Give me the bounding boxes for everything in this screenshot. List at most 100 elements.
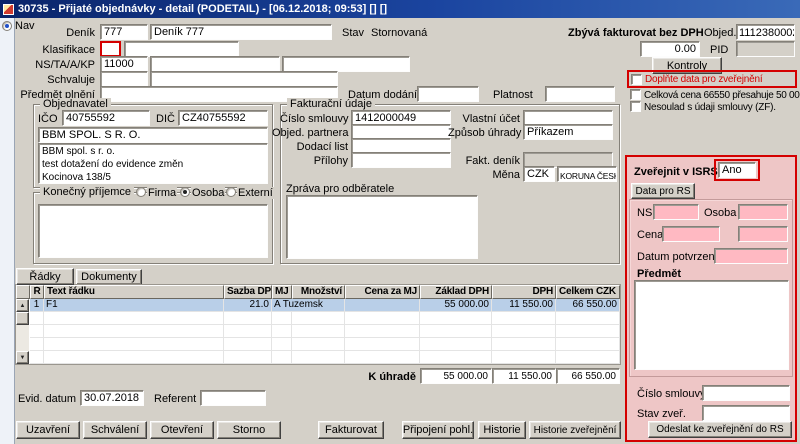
zpusob-uhrady-field[interactable]: Příkazem (523, 124, 613, 140)
fakturovat-button[interactable]: Fakturovat (318, 421, 384, 439)
objednavatel-legend: Objednavatel (40, 98, 111, 110)
klasifikace-code-field[interactable] (100, 41, 121, 57)
schvaluje-name-field[interactable] (150, 71, 338, 87)
empty-cell (44, 338, 224, 351)
zbyva-field[interactable]: 0.00 (640, 41, 700, 57)
empty-cell (224, 312, 272, 325)
denik-code-field[interactable]: 777 (100, 24, 148, 40)
doplnte-checkbox[interactable] (631, 73, 642, 85)
nesoulad-checkbox[interactable] (630, 101, 641, 112)
prijemce-radio-osoba[interactable] (180, 187, 190, 197)
empty-cell (272, 325, 292, 338)
pripojeni-pohl-button[interactable]: Připojení pohl. (402, 421, 474, 439)
table-row-empty[interactable] (30, 312, 620, 325)
isrs-cena-mena-field[interactable] (738, 226, 788, 242)
ns-field[interactable]: 11000 (100, 56, 148, 72)
prijemce-firma-label: Firma (147, 187, 178, 199)
total-dph-field: 11 550.00 (492, 368, 556, 384)
isrs-stav-zver-field[interactable] (702, 405, 790, 421)
ta-field[interactable] (150, 56, 280, 72)
table-row-empty[interactable] (30, 325, 620, 338)
zverejnit-label: Zveřejnit v ISRS (634, 166, 718, 178)
dodaci-list-label: Dodací list (296, 141, 348, 153)
schvaluje-code-field[interactable] (100, 71, 148, 87)
empty-cell (556, 312, 620, 325)
akp-field[interactable] (282, 56, 410, 72)
nesoulad-label: Nesoulad s údaji smlouvy (ZF). (644, 102, 776, 113)
scrollbar-thumb[interactable] (16, 312, 29, 325)
tab-data-pro-rs[interactable]: Data pro RS (631, 183, 695, 199)
pid-field[interactable] (736, 41, 795, 57)
prilohy-field[interactable] (351, 152, 451, 168)
prijemce-field[interactable] (38, 204, 268, 258)
empty-cell (420, 312, 492, 325)
isrs-cena-field[interactable] (662, 226, 720, 242)
zbyva-label: Zbývá fakturovat bez DPH (568, 27, 704, 39)
tab-radky[interactable]: Řádky (16, 268, 74, 285)
schvaluje-label: Schvaluje (47, 74, 95, 86)
isrs-stav-zver-label: Stav zveř. (637, 408, 686, 420)
prijemce-radio-externi[interactable] (226, 187, 236, 197)
objednavatel-adresa-field[interactable]: BBM spol. s r. o. test dotažení do evide… (38, 143, 268, 184)
zprava-field[interactable] (286, 195, 478, 259)
isrs-cislo-smlouvy-field[interactable] (702, 385, 790, 401)
datum-dodani-field[interactable] (417, 86, 479, 102)
isrs-cislo-smlouvy-label: Číslo smlouvy (637, 388, 706, 400)
isrs-osoba-field[interactable] (738, 204, 788, 220)
zverejnit-field[interactable]: Ano (718, 162, 756, 178)
isrs-datum-potvrzeni-field[interactable] (714, 248, 788, 264)
empty-cell (44, 325, 224, 338)
prijemce-osoba-label: Osoba (191, 187, 226, 199)
evid-datum-field[interactable]: 30.07.2018 (80, 390, 144, 406)
isrs-predmet-field[interactable] (634, 280, 789, 370)
empty-cell (492, 338, 556, 351)
historie-zverejneni-button[interactable]: Historie zveřejnění (529, 421, 621, 439)
referent-field[interactable] (200, 390, 266, 406)
platnost-field[interactable] (545, 86, 615, 102)
prijemce-radio-firma[interactable] (136, 187, 146, 197)
stav-value: Stornovaná (371, 27, 428, 39)
scroll-up-icon[interactable]: ▲ (16, 299, 29, 312)
historie-button[interactable]: Historie (478, 421, 526, 439)
odeslat-rs-button[interactable]: Odeslat ke zveřejnění do RS (648, 421, 792, 438)
table-row-selected[interactable]: 1 F1 21.0 A Tuzemsk 55 000.00 11 550.00 … (30, 299, 620, 312)
platnost-label: Platnost (493, 89, 533, 101)
app-window: 30735 - Přijaté objednávky - detail (POD… (0, 0, 800, 444)
app-icon (3, 3, 14, 15)
uzavreni-button[interactable]: Uzavření (16, 421, 80, 439)
objednavatel-nazev-field[interactable]: BBM SPOL. S R. O. (38, 127, 268, 143)
schvaleni-button[interactable]: Schválení (83, 421, 147, 439)
title-bar[interactable]: 30735 - Přijaté objednávky - detail (POD… (0, 0, 800, 18)
denik-name-field[interactable]: Deník 777 (150, 24, 332, 40)
table-row-empty[interactable] (30, 351, 620, 364)
isrs-ns-field[interactable] (653, 204, 699, 220)
cell-mj: A Tuzemsk (272, 299, 345, 312)
table-row-empty[interactable] (30, 338, 620, 351)
doplnte-label: Doplňte data pro zveřejnění (645, 73, 763, 85)
objed-field[interactable]: 1112380002 (736, 24, 795, 40)
scroll-down-icon[interactable]: ▼ (16, 351, 29, 364)
nav-radio[interactable] (2, 21, 12, 31)
prijemce-radio-osoba-dot (183, 190, 187, 194)
celkova-label: Celková cena 66550 přesahuje 50 00 (644, 90, 800, 101)
mena-code-field[interactable]: CZK (523, 166, 555, 182)
storno-button[interactable]: Storno (217, 421, 281, 439)
col-header-r: Ř (30, 285, 44, 299)
klasifikace-name-field[interactable] (124, 41, 239, 57)
klasifikace-label: Klasifikace (42, 44, 95, 56)
vlastni-ucet-label: Vlastní účet (462, 113, 520, 125)
empty-cell (272, 351, 292, 364)
mena-name-field[interactable]: KORUNA ČESKÁ (557, 166, 617, 182)
empty-cell (292, 312, 345, 325)
tab-dokumenty[interactable]: Dokumenty (76, 269, 142, 285)
pid-label: PID (710, 44, 729, 56)
referent-label: Referent (154, 393, 197, 405)
empty-cell (292, 325, 345, 338)
otevreni-button[interactable]: Otevření (150, 421, 214, 439)
table-header: Ř Text řádku Sazba DPH MJ Množství Cena … (16, 285, 620, 299)
celkova-checkbox[interactable] (630, 89, 641, 100)
empty-cell (292, 351, 345, 364)
col-header-text: Text řádku (44, 285, 224, 299)
ico-field[interactable]: 40755592 (62, 110, 150, 126)
dic-field[interactable]: CZ40755592 (178, 110, 268, 126)
